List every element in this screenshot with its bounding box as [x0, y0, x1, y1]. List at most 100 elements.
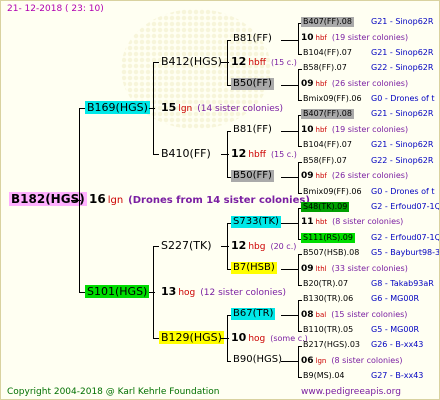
sister-colonies-note: (20 c.) — [270, 241, 297, 251]
g4-bottom-queen: Bmix09(FF).06 — [303, 94, 362, 104]
gen-number: 12 — [231, 146, 247, 160]
connector-line — [281, 177, 298, 178]
g4-top-location: G22 - Sinop62R — [371, 63, 434, 73]
g4-top-location: G21 - Sinop62R — [371, 17, 434, 26]
sister-colonies-note: (8 sister colonies) — [332, 217, 404, 227]
connector-line — [281, 85, 298, 86]
g4-bottom-location: G0 - Drones of t — [371, 94, 435, 104]
sister-colonies-note: (15 c.) — [270, 149, 297, 159]
g4-bottom-queen: B104(FF).07 — [303, 140, 352, 150]
gen-abbr: lthl — [315, 264, 327, 273]
gen-number: 13 — [161, 284, 177, 298]
connector-line — [281, 223, 298, 224]
gen-abbr: hbt — [315, 218, 328, 227]
g3-queen-label: B7(HSB) — [231, 262, 277, 274]
g3-queen-label: B50(FF) — [231, 78, 274, 90]
gen-number: 09 — [301, 78, 314, 89]
site-url: www.pedigreeapis.org — [301, 387, 401, 397]
g3-queen-label: B81(FF) — [233, 124, 272, 135]
g4-top-queen: B407(FF).08 — [301, 17, 354, 27]
g4-generation-info: 09 hbf (26 sister colonies) — [301, 172, 408, 181]
gen-number: 06 — [301, 355, 314, 366]
gen-number: 09 — [301, 171, 314, 182]
g4-bottom-location: G27 - B-xx43 — [371, 371, 424, 381]
grandparent-generation-info: 12 hbff (15 c.) — [231, 148, 297, 160]
connector-line — [221, 338, 229, 339]
sister-colonies-note: (15 sister colonies) — [331, 309, 408, 319]
g3-queen-label: B81(FF) — [233, 32, 272, 44]
connector-line — [281, 361, 298, 362]
g4-generation-info: 08 bal (15 sister colonies) — [301, 309, 408, 320]
connector-line — [281, 315, 298, 316]
g4-generation-info: 06 lgn (8 sister colonies) — [301, 355, 402, 366]
sister-colonies-note: (33 sister colonies) — [331, 263, 408, 273]
copyright: Copyright 2004-2018 @ Karl Kehrle Founda… — [7, 387, 220, 397]
g4-bottom-location: G0 - Drones of t — [371, 186, 435, 196]
g4-bottom-location: G8 - Takab93aR — [371, 279, 434, 288]
root-queen-label: B182(HGS) — [9, 192, 87, 206]
gen-abbr: hbf — [315, 33, 327, 42]
connector-line — [149, 292, 155, 293]
sister-colonies-note: (26 sister colonies) — [331, 171, 409, 181]
g4-bottom-location: G2 - Erfoud07-1Q — [371, 232, 440, 242]
g4-generation-info: 10 hbf (19 sister colonies) — [301, 32, 409, 43]
grandparent-generation-info: 12 hbg (20 c.) — [231, 240, 296, 252]
connector-line — [281, 269, 298, 270]
g4-top-location: G2 - Erfoud07-1Q — [371, 201, 440, 211]
connector-line — [221, 154, 229, 155]
sister-colonies-note: (Drones from 14 sister colonies) — [128, 195, 310, 206]
g4-generation-info: 10 hbf (19 sister colonies) — [301, 124, 409, 135]
timestamp: 21- 12-2018 ( 23: 10) — [7, 4, 104, 14]
connector-line — [298, 23, 299, 55]
g4-top-location: G22 - Sinop62R — [371, 155, 434, 165]
g4-bottom-queen: S111(RS).09 — [301, 232, 355, 243]
connector-line — [281, 39, 298, 41]
g4-top-queen: B507(HSB).08 — [303, 248, 360, 257]
sister-colonies-note: (14 sister colonies) — [197, 103, 283, 114]
grandparent-generation-info: 10 hog (some c.) — [231, 332, 308, 344]
connector-line — [298, 69, 299, 102]
g4-top-queen: B58(FF).07 — [303, 63, 347, 73]
gen-abbr: hog — [248, 333, 266, 344]
sister-colonies-note: (19 sister colonies) — [331, 32, 409, 42]
gen-abbr: hbg — [248, 241, 266, 252]
g4-bottom-queen: B110(TR).05 — [303, 325, 354, 335]
gen-number: 12 — [231, 54, 247, 68]
gen-abbr: hbf — [315, 79, 327, 88]
gen-number: 10 — [301, 32, 314, 43]
gen-number: 15 — [161, 100, 177, 114]
pedigree-chart: 21- 12-2018 ( 23: 10) B182(HGS) 16 lgn (Dro… — [0, 0, 440, 400]
g4-bottom-location: G21 - Sinop62R — [371, 140, 434, 150]
grandparent-queen-label: B410(FF) — [161, 146, 211, 160]
grandparent-generation-info: 12 hbff (15 c.) — [231, 56, 297, 68]
g4-bottom-queen: Bmix09(FF).06 — [303, 186, 362, 196]
gen-abbr: lgn — [107, 195, 124, 206]
g4-top-queen: S48(TK).09 — [301, 201, 350, 212]
g4-top-queen: B217(HGS).03 — [303, 340, 361, 350]
gen-abbr: hbff — [248, 149, 266, 160]
gen-abbr: hog — [178, 287, 196, 298]
connector-line — [221, 246, 229, 247]
root-generation-info: 16 lgn (Drones from 14 sister colonies) — [89, 193, 310, 206]
gen-number: 08 — [301, 309, 314, 320]
grandparent-queen-label: B412(HGS) — [161, 54, 222, 68]
gen-abbr: lgn — [178, 103, 193, 114]
connector-line — [298, 346, 299, 379]
g4-top-location: G21 - Sinop62R — [371, 109, 434, 119]
connector-line — [298, 207, 299, 240]
g4-top-queen: B58(FF).07 — [303, 155, 347, 165]
g4-bottom-location: G5 - MG00R — [371, 325, 420, 335]
g4-generation-info: 09 hbf (26 sister colonies) — [301, 78, 408, 89]
gen-number: 10 — [231, 330, 247, 344]
sister-colonies-note: (19 sister colonies) — [331, 124, 409, 134]
g4-bottom-queen: B104(FF).07 — [303, 48, 352, 57]
g4-bottom-location: G21 - Sinop62R — [371, 48, 434, 57]
gen-number: 16 — [89, 192, 106, 206]
g4-top-location: G5 - Bayburt98-3 — [371, 248, 440, 257]
g3-queen-label: B50(FF) — [231, 170, 274, 182]
connector-line — [298, 115, 299, 148]
parent-queen-label: B169(HGS) — [85, 100, 150, 114]
connector-line — [221, 62, 229, 63]
gen-abbr: bal — [315, 310, 327, 319]
g4-top-queen: B407(FF).08 — [301, 109, 354, 120]
